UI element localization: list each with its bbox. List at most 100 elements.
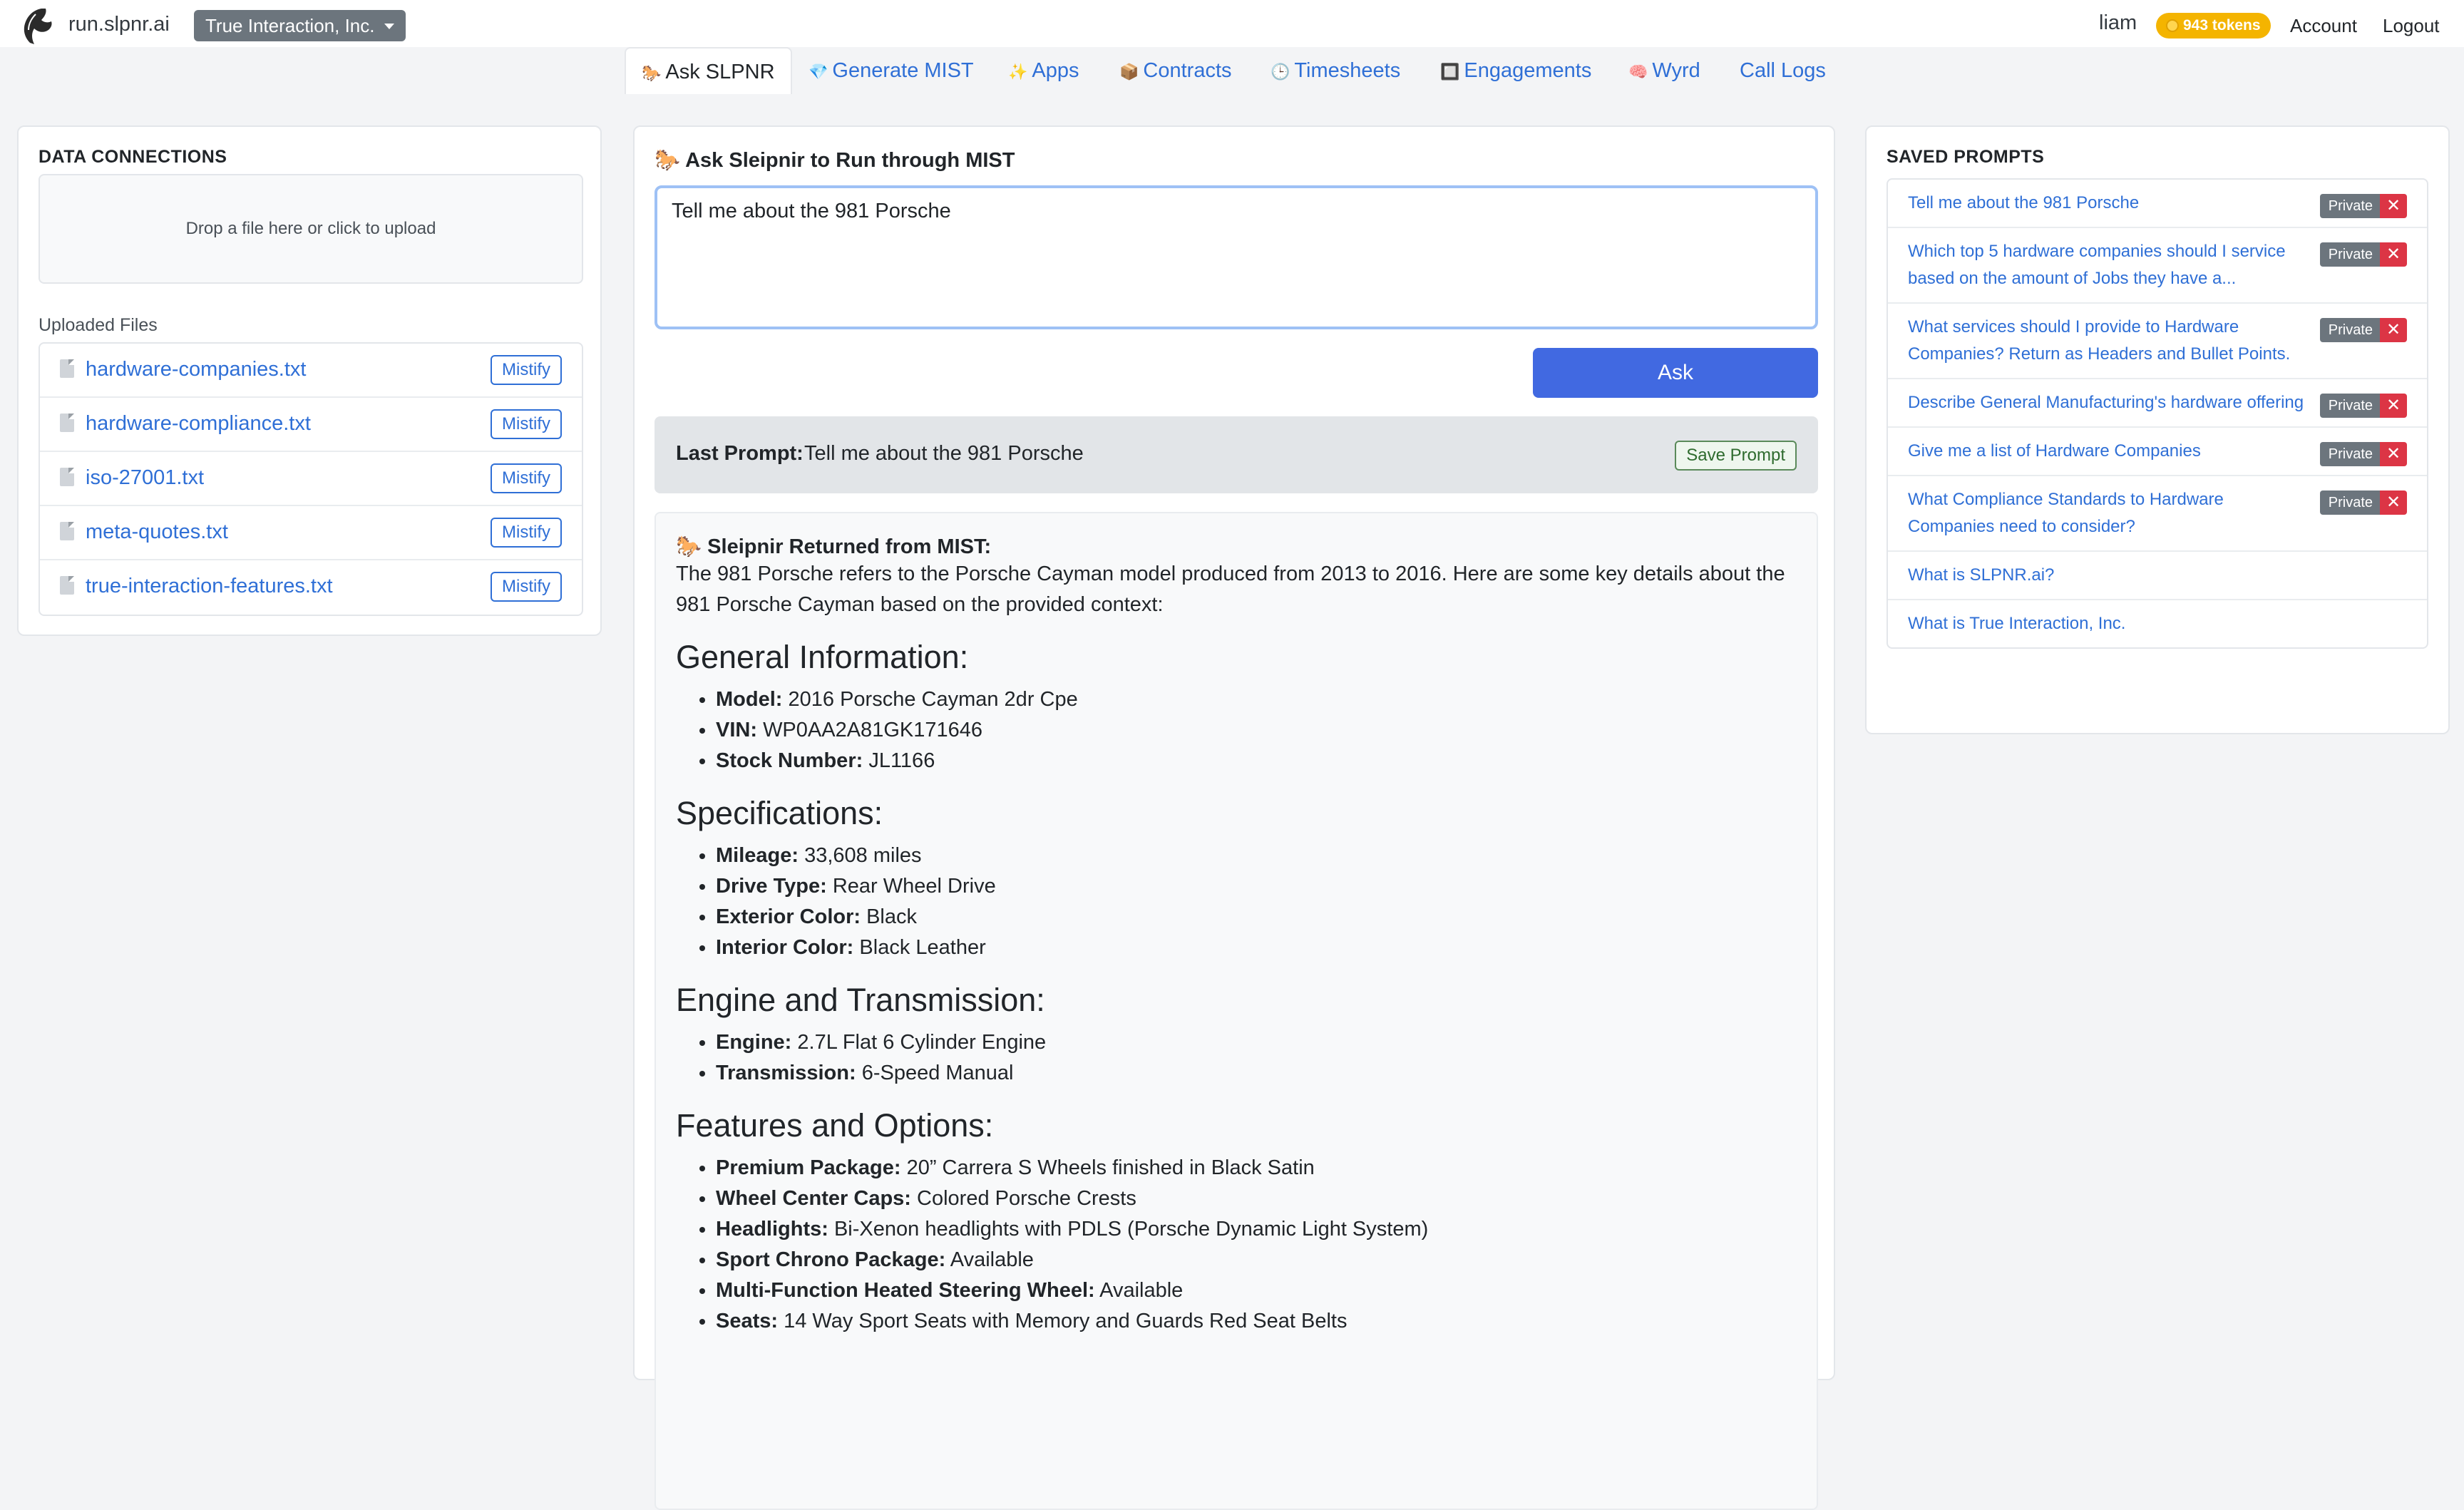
item-value: 6-Speed Manual	[861, 1062, 1014, 1084]
horse-head-icon[interactable]	[20, 7, 54, 46]
item-key: Headlights:	[716, 1218, 828, 1241]
private-badge[interactable]: Private	[2319, 491, 2381, 515]
account-link[interactable]: Account	[2290, 15, 2357, 37]
tab-engagements[interactable]: 🔲 Engagements	[1440, 47, 1591, 94]
private-badge[interactable]: Private	[2319, 442, 2381, 466]
tab-generate-mist[interactable]: 💎 Generate MIST	[808, 47, 974, 94]
item-key: Interior Color:	[716, 936, 854, 959]
item-value: Black Leather	[859, 936, 986, 959]
delete-icon[interactable]: ✕	[2380, 194, 2407, 218]
private-badge[interactable]: Private	[2319, 194, 2381, 218]
item-key: Mileage:	[716, 844, 799, 867]
saved-prompt-row: What Compliance Standards to Hardware Co…	[1888, 476, 2427, 552]
saved-prompt-row: What services should I provide to Hardwa…	[1888, 304, 2427, 379]
file-icon	[60, 468, 74, 486]
list-item: Multi-Function Heated Steering Wheel: Av…	[716, 1275, 1797, 1306]
list-item: true-interaction-features.txt Mistify	[40, 560, 582, 615]
ask-button[interactable]: Ask	[1533, 348, 1818, 398]
brain-icon: 🧠	[1628, 63, 1648, 81]
mistify-button[interactable]: Mistify	[491, 518, 562, 548]
tab-label: Wyrd	[1652, 59, 1700, 82]
section-heading: Features and Options:	[676, 1107, 994, 1144]
mistify-button[interactable]: Mistify	[491, 463, 562, 493]
square-icon: 🔲	[1440, 63, 1460, 81]
item-key: Sport Chrono Package:	[716, 1248, 946, 1271]
private-badge[interactable]: Private	[2319, 394, 2381, 418]
tab-label: Apps	[1032, 59, 1079, 82]
saved-prompt-row: Which top 5 hardware companies should I …	[1888, 228, 2427, 304]
saved-prompt-row: Tell me about the 981 Porsche Private ✕	[1888, 180, 2427, 228]
ask-title-text: Ask Sleipnir to Run through MIST	[685, 149, 1015, 172]
list-item: Seats: 14 Way Sport Seats with Memory an…	[716, 1306, 1797, 1337]
response-content: 🐎 Sleipnir Returned from MIST: The 981 P…	[654, 512, 1818, 1510]
item-value: Available	[950, 1248, 1034, 1271]
list-item: Model: 2016 Porsche Cayman 2dr Cpe	[716, 684, 1797, 715]
saved-prompt-link[interactable]: What is True Interaction, Inc.	[1888, 600, 2427, 647]
clock-icon: 🕒	[1270, 63, 1290, 81]
tab-label: Timesheets	[1294, 59, 1401, 82]
tab-ask-slpnr[interactable]: 🐎 Ask SLPNR	[625, 47, 792, 94]
item-value: 33,608 miles	[804, 844, 922, 867]
list-item: hardware-companies.txt Mistify	[40, 344, 582, 398]
saved-prompt-link[interactable]: What is SLPNR.ai?	[1888, 552, 2427, 599]
delete-icon[interactable]: ✕	[2380, 394, 2407, 418]
mistify-button[interactable]: Mistify	[491, 409, 562, 439]
item-key: Stock Number:	[716, 749, 863, 772]
private-badge[interactable]: Private	[2319, 242, 2381, 267]
bullet-list: Engine: 2.7L Flat 6 Cylinder EngineTrans…	[716, 1027, 1797, 1089]
list-item: Exterior Color: Black	[716, 902, 1797, 933]
ask-panel: 🐎 Ask Sleipnir to Run through MIST Tell …	[633, 125, 1835, 1510]
list-item: Headlights: Bi-Xenon headlights with PDL…	[716, 1214, 1797, 1245]
list-item: VIN: WP0AA2A81GK171646	[716, 715, 1797, 746]
file-dropzone[interactable]: Drop a file here or click to upload	[38, 174, 583, 284]
delete-icon[interactable]: ✕	[2380, 242, 2407, 267]
list-item: Sport Chrono Package: Available	[716, 1245, 1797, 1275]
tab-call-logs[interactable]: Call Logs	[1740, 47, 1826, 94]
tab-wyrd[interactable]: 🧠 Wyrd	[1628, 47, 1700, 94]
tab-label: Generate MIST	[832, 59, 974, 82]
delete-icon[interactable]: ✕	[2380, 442, 2407, 466]
item-key: Model:	[716, 688, 783, 711]
mistify-button[interactable]: Mistify	[491, 355, 562, 385]
file-icon	[60, 359, 74, 378]
saved-prompts-panel: SAVED PROMPTS Tell me about the 981 Pors…	[1865, 125, 2450, 734]
tab-apps[interactable]: ✨ Apps	[1008, 47, 1079, 94]
item-key: Drive Type:	[716, 875, 827, 898]
logout-link[interactable]: Logout	[2383, 15, 2440, 37]
item-value: 20” Carrera S Wheels finished in Black S…	[906, 1156, 1315, 1179]
file-link[interactable]: hardware-companies.txt	[86, 358, 306, 381]
panel-title: SAVED PROMPTS	[1886, 147, 2045, 167]
ask-title: 🐎 Ask Sleipnir to Run through MIST	[654, 148, 1015, 173]
gem-icon: 💎	[808, 63, 828, 81]
organization-select[interactable]: True Interaction, Inc.	[194, 10, 406, 41]
tokens-count: 943 tokens	[2183, 17, 2261, 34]
caret-down-icon	[384, 24, 395, 29]
private-badge[interactable]: Private	[2319, 318, 2381, 342]
bullet-list: Mileage: 33,608 miles Drive Type: Rear Wh…	[716, 841, 1797, 963]
list-item: Transmission: 6-Speed Manual	[716, 1058, 1797, 1089]
saved-prompt-row: Give me a list of Hardware Companies Priv…	[1888, 428, 2427, 476]
save-prompt-button[interactable]: Save Prompt	[1675, 441, 1797, 471]
file-link[interactable]: iso-27001.txt	[86, 466, 204, 490]
organization-select-label: True Interaction, Inc.	[205, 15, 375, 36]
tab-contracts[interactable]: 📦 Contracts	[1119, 47, 1232, 94]
list-item: Stock Number: JL1166	[716, 746, 1797, 776]
item-value: Rear Wheel Drive	[832, 875, 996, 898]
tab-label: Ask SLPNR	[665, 61, 775, 83]
tab-timesheets[interactable]: 🕒 Timesheets	[1270, 47, 1400, 94]
item-value: Available	[1099, 1279, 1184, 1302]
file-link[interactable]: hardware-compliance.txt	[86, 412, 311, 436]
site-name[interactable]: run.slpnr.ai	[68, 13, 170, 36]
saved-prompt-row: What is SLPNR.ai?	[1888, 552, 2427, 600]
file-link[interactable]: true-interaction-features.txt	[86, 575, 333, 598]
sparkles-icon: ✨	[1008, 63, 1028, 81]
saved-prompt-row: Describe General Manufacturing's hardwar…	[1888, 379, 2427, 428]
coin-icon	[2166, 19, 2179, 32]
mistify-button[interactable]: Mistify	[491, 572, 562, 602]
list-item: Mileage: 33,608 miles	[716, 841, 1797, 871]
bullet-list: Model: 2016 Porsche Cayman 2dr CpeVIN: W…	[716, 684, 1797, 776]
delete-icon[interactable]: ✕	[2380, 491, 2407, 515]
prompt-input[interactable]: Tell me about the 981 Porsche	[654, 185, 1818, 329]
file-link[interactable]: meta-quotes.txt	[86, 520, 228, 544]
delete-icon[interactable]: ✕	[2380, 318, 2407, 342]
